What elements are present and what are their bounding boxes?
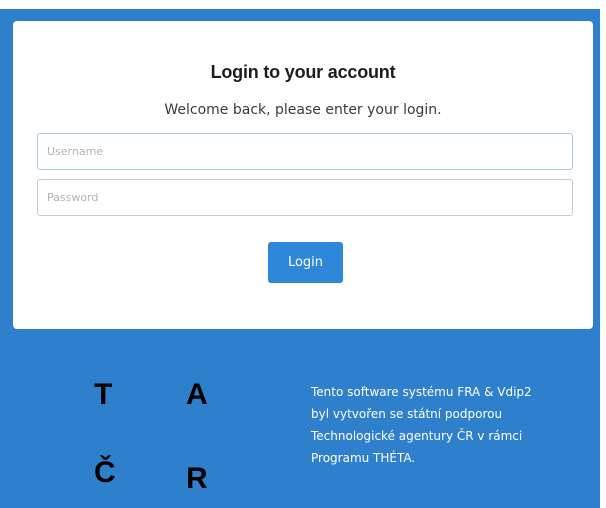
logo-letter-t: T [94, 378, 113, 411]
login-subtitle: Welcome back, please enter your login. [164, 102, 442, 118]
funding-line: Technologické agentury ČR v rámci [311, 429, 523, 443]
funding-line: byl vytvořen se státní podporou [311, 407, 503, 421]
login-button[interactable]: Login [268, 242, 343, 283]
funding-line: Tento software systému FRA & Vdip2 [311, 385, 532, 399]
username-input[interactable] [37, 133, 573, 170]
funding-line: Programu THÉTA. [311, 451, 416, 465]
logo-letter-c: Č [94, 456, 116, 489]
tacr-logo: T A Č R [78, 364, 248, 508]
blue-background-panel: Login to your account Welcome back, plea… [0, 9, 600, 508]
logo-letter-a: A [186, 378, 208, 411]
password-input[interactable] [37, 179, 573, 216]
funding-statement: Tento software systému FRA & Vdip2 byl v… [311, 381, 601, 469]
login-card: Login to your account Welcome back, plea… [13, 21, 593, 329]
logo-letter-r: R [186, 462, 208, 495]
login-page: Login to your account Welcome back, plea… [0, 0, 606, 508]
login-title: Login to your account [210, 62, 396, 82]
